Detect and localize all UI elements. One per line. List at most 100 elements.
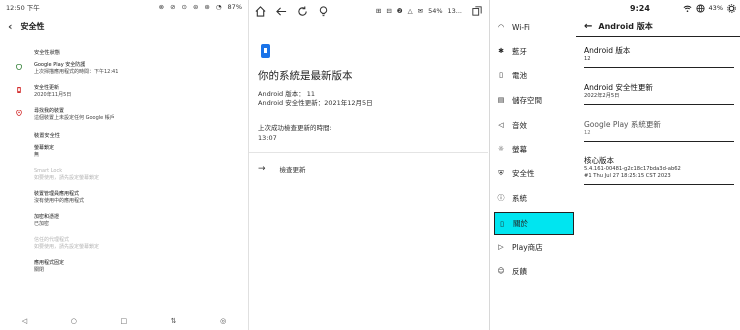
- sidebar-item-label: 反饋: [512, 266, 527, 276]
- sidebar-item-label: 儲存空間: [512, 95, 542, 105]
- app-pinning-item[interactable]: 應用程式固定 關閉: [0, 260, 248, 274]
- back-arrow-icon[interactable]: ‹: [8, 20, 13, 33]
- android-version-entry[interactable]: Android 版本 12: [584, 46, 734, 68]
- status-time: 9:24: [630, 3, 650, 13]
- status-icon: ◔: [215, 3, 222, 11]
- sidebar-item-bluetooth[interactable]: ✱ 藍牙: [494, 42, 574, 60]
- android-version-panel: 9:24 43% ← Android 版本 Android 版本 12 Andr…: [576, 0, 740, 330]
- status-icon: ⊜: [192, 3, 199, 11]
- location-icon: [16, 110, 22, 116]
- section-title-device: 裝置安全性: [34, 133, 60, 139]
- encryption-item[interactable]: 加密和憑證 已加密: [0, 214, 248, 228]
- sidebar-item-label: 關於: [513, 219, 528, 228]
- status-icon: ❷: [396, 7, 403, 15]
- back-arrow-icon[interactable]: [276, 6, 287, 17]
- entry-value: 12: [584, 56, 591, 62]
- home-nav-icon[interactable]: ○: [71, 317, 77, 325]
- item-subtitle: 關閉: [34, 267, 45, 273]
- check-update-button[interactable]: → 檢查更新: [258, 164, 306, 174]
- item-title: 應用程式固定: [34, 260, 65, 266]
- status-icon: ⊘: [170, 3, 176, 11]
- status-icon: △: [407, 7, 413, 15]
- home-icon[interactable]: [255, 5, 266, 17]
- status-icon: ⊟: [386, 7, 392, 15]
- navigation-bar: ◁ ○ □ ⇅ ◎: [0, 317, 248, 325]
- security-update-date: Android 安全性更新：2021年12月5日: [258, 99, 373, 107]
- sidebar-item-feedback[interactable]: ☺ 反饋: [494, 262, 574, 280]
- item-subtitle: 無: [34, 152, 40, 158]
- play-store-icon: ▷: [498, 243, 504, 251]
- status-icons: ⊗ ⊘ ⊙ ⊜ ⊛ ◔ 87%: [159, 3, 242, 11]
- sidebar-item-label: 電池: [512, 70, 527, 80]
- last-check: 上次成功檢查更新的時間: 13:07: [258, 123, 332, 143]
- rotate-icon[interactable]: ⇅: [171, 317, 177, 325]
- sidebar-item-label: 音效: [512, 120, 527, 130]
- battery-icon: ▯: [499, 71, 503, 79]
- battery-level: 87%: [227, 3, 242, 11]
- windows-icon[interactable]: [472, 6, 482, 16]
- about-icon: ▯: [500, 219, 504, 228]
- last-check-label: 上次成功檢查更新的時間:: [258, 124, 332, 132]
- sidebar-item-sound[interactable]: ◁ 音效: [494, 116, 574, 134]
- entry-title: Google Play 系統更新: [584, 120, 661, 129]
- gear-icon[interactable]: [727, 3, 736, 13]
- item-subtitle: 2020年11月5日: [34, 92, 72, 98]
- refresh-icon[interactable]: [297, 5, 308, 17]
- security-icon: ⛨: [498, 168, 504, 177]
- item-subtitle: 已加密: [34, 221, 50, 227]
- toolbar: ⊞ ⊟ ❷ △ ✉ 54% 13...: [249, 0, 488, 22]
- arrow-right-icon: →: [258, 164, 266, 174]
- sidebar-item-about[interactable]: ▯ 關於: [494, 212, 574, 235]
- sidebar-item-label: Play商店: [512, 242, 543, 252]
- sidebar-item-label: 系統: [512, 193, 527, 203]
- display-icon: ☼: [497, 145, 505, 153]
- storage-icon: ▤: [497, 96, 505, 104]
- feedback-icon: ☺: [497, 267, 505, 275]
- status-icon: ⊞: [375, 7, 382, 15]
- sidebar-item-storage[interactable]: ▤ 儲存空間: [494, 91, 574, 109]
- entry-title: Android 安全性更新: [584, 83, 653, 92]
- sidebar-item-wifi[interactable]: ◠ Wi-Fi: [494, 18, 574, 36]
- android-version: Android 版本： 11: [258, 90, 316, 98]
- status-bar: 12:50 下午 ⊗ ⊘ ⊙ ⊜ ⊛ ◔ 87%: [0, 1, 248, 13]
- item-title: Smart Lock: [34, 168, 63, 174]
- sidebar-item-label: 螢幕: [512, 144, 527, 154]
- system-update-panel: ⊞ ⊟ ❷ △ ✉ 54% 13... 你的系統是最新版本 Android 版本…: [249, 0, 488, 330]
- play-protect-item[interactable]: Google Play 安全防護 上次掃描應用程式的時間：下午12:41: [0, 62, 248, 76]
- find-device-item[interactable]: 尋找我的裝置 這個裝置上未設定任何 Google 帳戶: [0, 108, 248, 122]
- item-title: 尋找我的裝置: [34, 108, 65, 114]
- entry-value: 12: [584, 130, 591, 136]
- sidebar-item-battery[interactable]: ▯ 電池: [494, 66, 574, 84]
- battery-level: 54%: [428, 7, 443, 15]
- phone-update-icon: [17, 87, 21, 93]
- entry-title: Android 版本: [584, 46, 631, 55]
- update-status-title: 你的系統是最新版本: [258, 70, 353, 82]
- recents-nav-icon[interactable]: □: [120, 317, 127, 325]
- sidebar-item-system[interactable]: ⓘ 系統: [494, 189, 574, 207]
- security-settings-panel: 12:50 下午 ⊗ ⊘ ⊙ ⊜ ⊛ ◔ 87% ‹ 安全性 安全性狀態 Goo…: [0, 0, 249, 330]
- lightbulb-icon[interactable]: [318, 5, 329, 17]
- section-title-status: 安全性狀態: [34, 50, 60, 56]
- system-update-icon: [261, 44, 270, 58]
- settings-sidebar: ◠ Wi-Fi ✱ 藍牙 ▯ 電池 ▤ 儲存空間 ◁ 音效 ☼ 螢幕 ⛨ 安全性 ⓘ 系統 ▯ 關…: [489, 0, 577, 330]
- trust-agents-item: 信任的代理程式 如要使用，請先設定螢幕鎖定: [0, 237, 248, 251]
- security-update-entry[interactable]: Android 安全性更新 2022年2月5日: [584, 83, 734, 105]
- back-nav-icon[interactable]: ◁: [22, 317, 27, 325]
- status-indicators: ⊞ ⊟ ❷ △ ✉ 54% 13...: [376, 7, 462, 15]
- status-bar: 9:24 43%: [576, 0, 740, 16]
- entry-value: 5.4.161-00481-g2c18c17bda3d-ab62 #1 Thu …: [584, 166, 681, 179]
- wifi-icon: [683, 5, 692, 12]
- play-system-update-entry[interactable]: Google Play 系統更新 12: [584, 120, 734, 142]
- screen-lock-item[interactable]: 螢幕鎖定 無: [0, 145, 248, 159]
- device-admin-apps-item[interactable]: 裝置管理員應用程式 沒有使用中的應用程式: [0, 191, 248, 205]
- battery-level: 43%: [708, 4, 723, 12]
- sidebar-item-display[interactable]: ☼ 螢幕: [494, 140, 574, 158]
- accessibility-icon[interactable]: ◎: [220, 317, 226, 325]
- back-arrow-icon[interactable]: ←: [584, 21, 592, 32]
- kernel-version-entry[interactable]: 核心版本 5.4.161-00481-g2c18c17bda3d-ab62 #1…: [584, 156, 734, 185]
- sidebar-item-play-store[interactable]: ▷ Play商店: [494, 238, 574, 256]
- entry-value: 2022年2月5日: [584, 93, 620, 99]
- security-update-item[interactable]: 安全性更新 2020年11月5日: [0, 85, 248, 99]
- sidebar-item-security[interactable]: ⛨ 安全性: [494, 164, 574, 182]
- shield-icon: [16, 64, 22, 70]
